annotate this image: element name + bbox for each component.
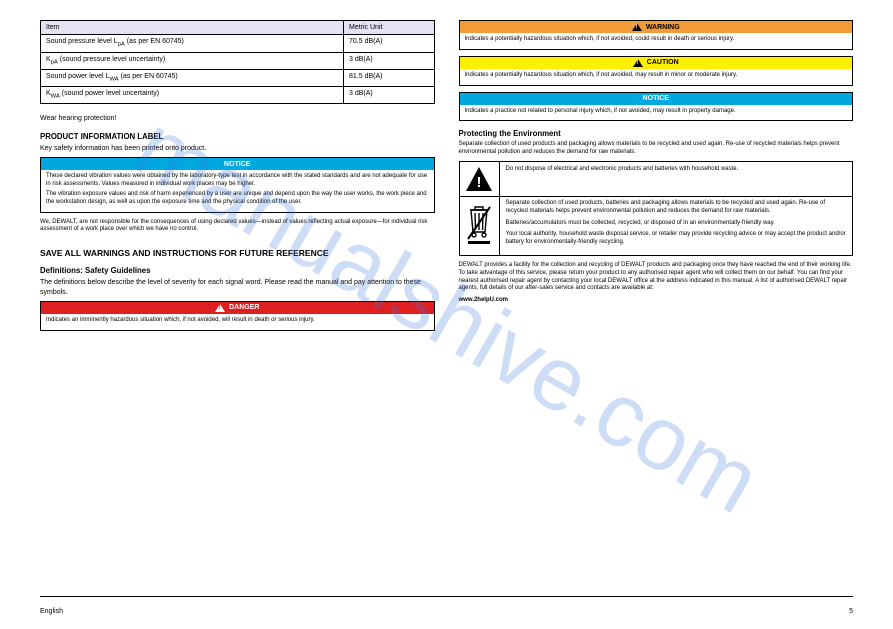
env-warning-row: ! Do not dispose of electrical and elect…	[459, 161, 854, 197]
notice-line: The vibration exposure values and risk o…	[46, 191, 429, 207]
env-weee-row: Separate collection of used products, ba…	[459, 196, 854, 256]
warning-triangle-icon	[632, 23, 642, 31]
env-note2: Your local authority, household waste di…	[506, 231, 847, 247]
safety-paragraph: The definitions below describe the level…	[40, 278, 435, 297]
notice-box: NOTICE Indicates a practice not related …	[459, 92, 854, 122]
env-url: www.2helpU.com	[459, 297, 854, 305]
spec-cell: Sound pressure level LpA (as per EN 6074…	[41, 35, 344, 52]
warning-box: WARNING Indicates a potentially hazardou…	[459, 20, 854, 50]
table-row: Sound pressure level LpA (as per EN 6074…	[41, 35, 435, 52]
spec-table: Item Metric Unit Sound pressure level Lp…	[40, 20, 435, 104]
table-row: Sound power level LWA (as per EN 60745) …	[41, 69, 435, 86]
disclaimer-text: We, DEWALT, are not responsible for the …	[40, 219, 435, 235]
caution-box: CAUTION Indicates a potentially hazardou…	[459, 56, 854, 86]
env-warning-text: Do not dispose of electrical and electro…	[506, 166, 847, 174]
spec-cell: Sound power level LWA (as per EN 60745)	[41, 69, 344, 86]
notice-text: Indicates a practice not related to pers…	[465, 108, 848, 116]
caution-bar: CAUTION	[460, 57, 853, 69]
env-note1: Batteries/accumulators must be collected…	[506, 220, 847, 228]
danger-bar-label: DANGER	[229, 304, 259, 311]
env-paragraph: Separate collection of used products and…	[459, 141, 854, 157]
notice-bar-label: NOTICE	[224, 161, 250, 168]
notice-bar: NOTICE	[41, 158, 434, 170]
vib-paragraph: Key safety information has been printed …	[40, 144, 435, 153]
spec-cell: KWA (sound power level uncertainty)	[41, 87, 344, 104]
spec-cell: KpA (sound pressure level uncertainty)	[41, 52, 344, 69]
warning-bar-label: WARNING	[646, 24, 680, 31]
env-heading: Protecting the Environment	[459, 129, 854, 138]
notice-line: These declared vibration values were obt…	[46, 173, 429, 189]
vib-heading: PRODUCT INFORMATION LABEL	[40, 132, 435, 141]
env-warning-body: Do not dispose of electrical and electro…	[500, 162, 853, 196]
danger-bar: DANGER	[41, 302, 434, 314]
danger-box: DANGER Indicates an imminently hazardous…	[40, 301, 435, 331]
env-weee-text: Separate collection of used products, ba…	[506, 200, 847, 216]
notice-body: Indicates a practice not related to pers…	[460, 105, 853, 121]
page-columns: Item Metric Unit Sound pressure level Lp…	[0, 0, 893, 347]
table-row: KWA (sound power level uncertainty) 3 dB…	[41, 87, 435, 104]
spec-cell: 70.5 dB(A)	[344, 35, 435, 52]
spec-cell: 3 dB(A)	[344, 87, 435, 104]
warning-triangle-icon	[633, 59, 643, 67]
spec-hdr-item: Item	[41, 21, 344, 35]
warning-text: Indicates a potentially hazardous situat…	[465, 36, 848, 44]
spec-cell: 3 dB(A)	[344, 52, 435, 69]
caution-bar-label: CAUTION	[647, 59, 679, 66]
notice-bar: NOTICE	[460, 93, 853, 105]
safety-heading: SAVE ALL WARNINGS AND INSTRUCTIONS FOR F…	[40, 248, 435, 258]
env-bullets-intro: DEWALT provides a facility for the colle…	[459, 262, 854, 293]
wear-hearing-text: Wear hearing protection!	[40, 114, 435, 123]
notice-box-vibration: NOTICE These declared vibration values w…	[40, 157, 435, 212]
spec-cell: 81.5 dB(A)	[344, 69, 435, 86]
left-column: Item Metric Unit Sound pressure level Lp…	[40, 20, 435, 337]
warning-bar: WARNING	[460, 21, 853, 33]
safety-sub: Definitions: Safety Guidelines	[40, 266, 435, 275]
divider	[40, 596, 853, 597]
weee-bin-icon	[460, 196, 500, 255]
footer-page-number: 5	[849, 608, 853, 615]
env-weee-body: Separate collection of used products, ba…	[500, 196, 853, 255]
footer-lang: English	[40, 608, 63, 615]
notice-bar-label: NOTICE	[643, 95, 669, 102]
warning-triangle-icon	[215, 304, 225, 312]
warning-body: Indicates a potentially hazardous situat…	[460, 33, 853, 49]
caution-body: Indicates a potentially hazardous situat…	[460, 69, 853, 85]
svg-text:!: !	[477, 174, 482, 191]
footer: English 5	[40, 608, 853, 615]
caution-text: Indicates a potentially hazardous situat…	[465, 72, 848, 80]
right-column: WARNING Indicates a potentially hazardou…	[459, 20, 854, 337]
danger-body: Indicates an imminently hazardous situat…	[41, 314, 434, 330]
notice-body: These declared vibration values were obt…	[41, 170, 434, 211]
warning-triangle-icon: !	[460, 162, 500, 196]
table-row: KpA (sound pressure level uncertainty) 3…	[41, 52, 435, 69]
danger-text: Indicates an imminently hazardous situat…	[46, 317, 429, 325]
spec-hdr-unit: Metric Unit	[344, 21, 435, 35]
